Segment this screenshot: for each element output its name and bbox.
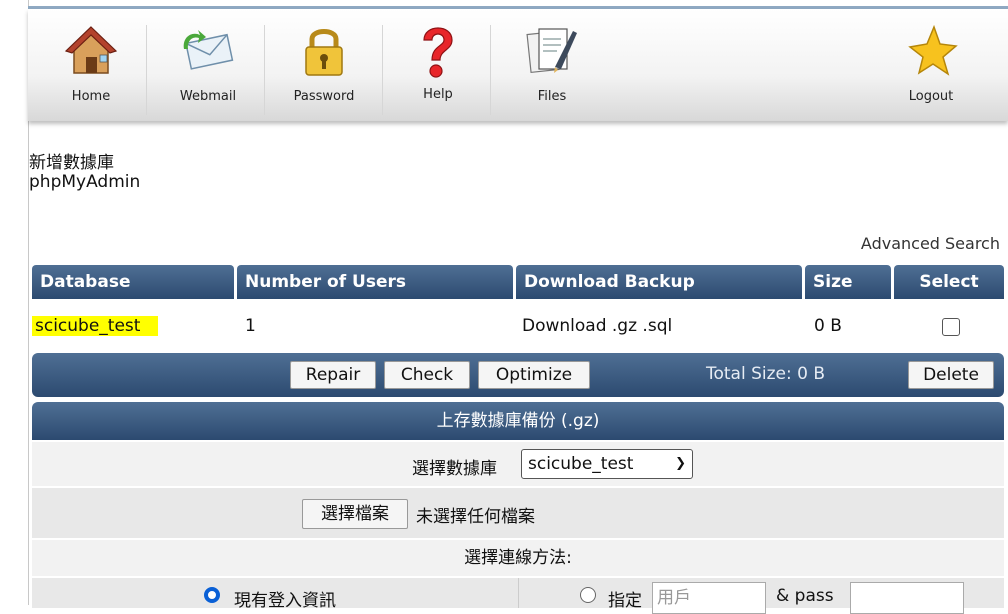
chevron-down-icon: ❯ [675,456,686,471]
database-select-value: scicube_test [528,454,634,474]
star-icon [901,21,961,81]
current-login-radio[interactable] [204,587,220,603]
toolbar-webmail[interactable]: Webmail [170,9,246,121]
connection-method-label: 選擇連線方法: [32,540,1004,576]
toolbar-divider [490,25,491,115]
database-table: Database Number of Users Download Backup… [32,265,1004,336]
toolbar-divider [382,25,383,115]
header-number-of-users: Number of Users [237,265,513,299]
padlock-icon [294,21,354,81]
new-database-link[interactable]: 新增數據庫 [29,148,114,173]
toolbar-password-label: Password [293,89,355,104]
toolbar-password[interactable]: Password [284,9,364,121]
total-size: Total Size: 0 B [706,364,826,384]
select-database-label: 選擇數據庫 [412,459,497,479]
files-icon [522,21,582,81]
size-value: 0 B [814,316,842,336]
header-download-backup: Download Backup [516,265,802,299]
toolbar-webmail-label: Webmail [179,89,237,104]
toolbar-files[interactable]: Files [522,9,582,121]
download-backup-links[interactable]: Download .gz .sql [522,309,672,343]
upload-backup-header: 上存數據庫備份 (.gz) [32,402,1004,440]
toolbar-divider [264,25,265,115]
table-header-row: Database Number of Users Download Backup… [32,265,1004,299]
database-name[interactable]: scicube_test [32,316,159,336]
users-count: 1 [245,316,256,336]
column-divider [518,578,519,608]
action-bar: Repair Check Optimize Total Size: 0 B De… [32,353,1004,397]
select-checkbox[interactable] [942,318,960,336]
pass-label: & pass [776,586,834,606]
header-size: Size [805,265,891,299]
password-input[interactable] [850,582,964,614]
house-icon [61,21,121,81]
toolbar-help[interactable]: Help [408,9,468,121]
toolbar-help-label: Help [423,87,453,102]
toolbar-files-label: Files [537,89,567,104]
table-row: scicube_test 1 Download .gz .sql 0 B [32,309,1004,343]
header-select: Select [894,265,1004,299]
question-icon [408,21,468,81]
left-frame-border [0,0,29,605]
toolbar-divider [146,25,147,115]
choose-file-button[interactable]: 選擇檔案 [302,499,408,529]
database-name-cell: scicube_test [32,309,159,343]
database-select[interactable]: scicube_test ❯ [521,449,693,479]
username-placeholder: 用戶 [657,588,691,608]
repair-button[interactable]: Repair [290,361,376,389]
envelope-icon [178,21,238,81]
toolbar-home[interactable]: Home [60,9,122,121]
toolbar-logout[interactable]: Logout [898,9,964,121]
choose-file-row: 選擇檔案 未選擇任何檔案 [32,488,1004,538]
username-input[interactable]: 用戶 [652,582,766,614]
delete-button[interactable]: Delete [908,361,994,389]
toolbar-home-label: Home [71,89,111,104]
optimize-button[interactable]: Optimize [478,361,590,389]
specify-label: 指定 [608,591,642,611]
specify-radio[interactable] [580,587,596,603]
connection-method-row: 現有登入資訊 指定 用戶 & pass [32,578,1004,614]
check-button[interactable]: Check [384,361,470,389]
header-database: Database [32,265,234,299]
no-file-text: 未選擇任何檔案 [416,507,535,527]
current-login-label: 現有登入資訊 [234,591,336,611]
phpmyadmin-link[interactable]: phpMyAdmin [29,172,140,192]
toolbar-logout-label: Logout [908,89,954,104]
advanced-search-link[interactable]: Advanced Search [861,234,1000,253]
select-database-row: 選擇數據庫 scicube_test ❯ [32,442,1004,486]
top-toolbar: Home Webmail Password Help Files Logout [28,9,1008,121]
